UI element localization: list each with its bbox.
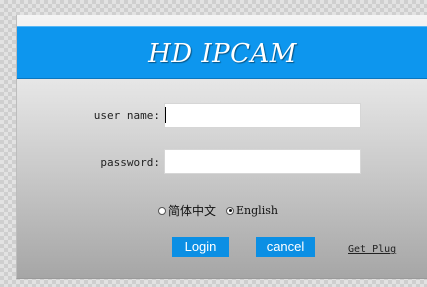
login-button[interactable]: Login xyxy=(172,237,229,257)
radio-chinese[interactable] xyxy=(158,206,166,215)
cancel-button[interactable]: cancel xyxy=(256,237,315,257)
text-caret xyxy=(165,107,166,123)
language-option-chinese[interactable]: 简体中文 xyxy=(168,202,216,219)
language-option-english[interactable]: English xyxy=(236,204,278,217)
get-plugin-link[interactable]: Get Plug xyxy=(348,244,396,255)
header-banner: HD IPCAM xyxy=(17,26,427,79)
language-selector: 简体中文 English xyxy=(158,202,278,219)
page-title: HD IPCAM xyxy=(148,39,297,69)
password-label: password: xyxy=(100,156,160,169)
username-label: user name: xyxy=(93,109,160,122)
radio-english[interactable] xyxy=(226,206,235,215)
password-input[interactable] xyxy=(164,149,361,174)
username-input[interactable] xyxy=(164,103,361,128)
